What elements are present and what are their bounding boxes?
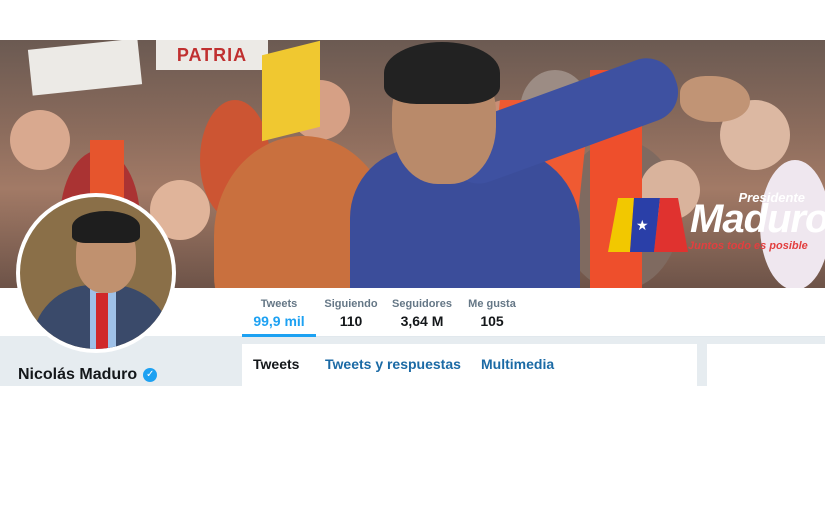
stat-following[interactable]: Siguiendo 110 [320,288,382,334]
campaign-logo: Presidente ★ Maduro Juntos todo es posib… [608,190,825,260]
stat-label: Me gusta [468,298,516,310]
tab-tweets[interactable]: Tweets [253,356,299,372]
tab-media[interactable]: Multimedia [481,356,554,372]
red-flag [90,140,124,200]
stat-label: Seguidores [392,298,452,310]
man-hand [680,76,750,122]
stat-likes[interactable]: Me gusta 105 [464,288,520,334]
stat-followers[interactable]: Seguidores 3,64 M [390,288,454,334]
crowd-sign [27,40,143,96]
svg-text:★: ★ [636,218,649,234]
verified-badge-icon: ✓ [143,368,158,382]
crowd-face [10,110,70,170]
patria-sign: PATRIA [156,40,268,70]
yellow-flag [262,40,320,142]
stat-value: 99,9 mil [253,313,305,329]
stat-tweets[interactable]: Tweets 99,9 mil [242,288,316,337]
stat-value: 110 [339,313,363,329]
logo-word: Maduro [690,197,825,241]
avatar-hair [72,211,140,243]
logo-m-icon: ★ [608,198,688,252]
stat-label: Siguiendo [324,298,378,310]
avatar-tie [96,293,108,349]
stat-label: Tweets [260,298,298,310]
man-hair [384,42,500,104]
stat-value: 105 [480,313,504,329]
profile-avatar[interactable] [16,193,176,353]
avatar-photo [20,197,172,349]
timeline-tabs: Tweets Tweets y respuestas Multimedia [242,344,697,386]
profile-frame: PATRIA Presidente ★ Maduro Juntos todo e… [0,40,825,386]
profile-name[interactable]: Nicolás Maduro [18,366,137,384]
stat-value: 3,64 M [400,313,444,329]
logo-slogan: Juntos todo es posible [688,240,808,252]
tab-tweets-replies[interactable]: Tweets y respuestas [325,356,461,372]
right-sidebar-module [707,344,825,386]
profile-name-row: Nicolás Maduro ✓ [18,366,158,384]
